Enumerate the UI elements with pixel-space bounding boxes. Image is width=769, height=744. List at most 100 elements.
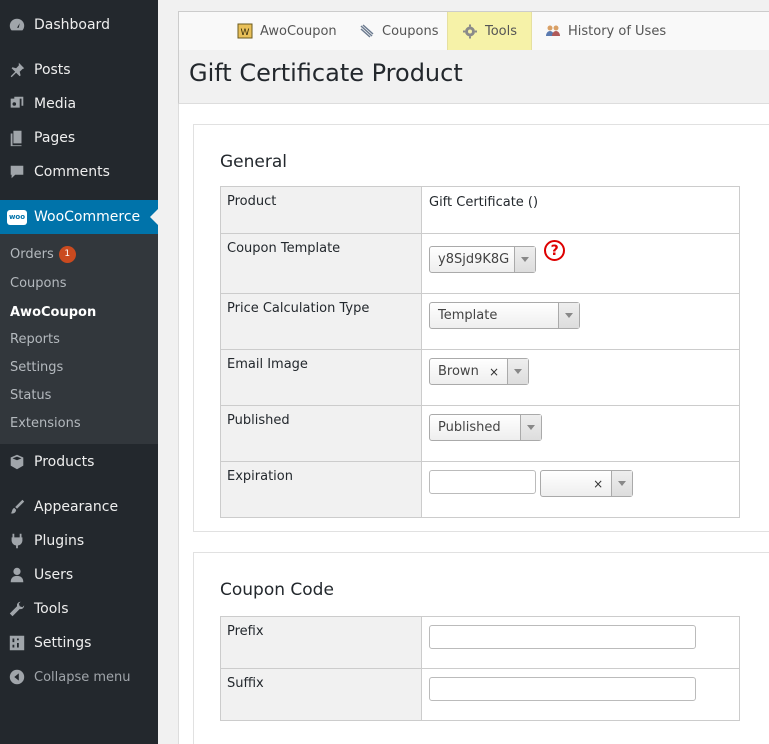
coupon-template-cell: y8Sjd9K8G ? xyxy=(421,233,740,294)
menu-comments[interactable]: Comments xyxy=(0,161,158,183)
dashboard-icon xyxy=(7,15,27,35)
row-expiration: Expiration × xyxy=(220,461,740,518)
menu-pages[interactable]: Pages xyxy=(0,127,158,149)
general-panel: General Product Gift Certificate () Coup… xyxy=(193,124,769,532)
expiration-unit-select[interactable]: × xyxy=(540,470,634,497)
row-suffix: Suffix xyxy=(220,668,740,721)
wrench-icon xyxy=(7,599,27,619)
email-image-select[interactable]: Brown × xyxy=(429,358,529,385)
submenu-label: Settings xyxy=(10,360,64,375)
menu-label: Products xyxy=(34,454,95,470)
menu-users[interactable]: Users xyxy=(0,564,158,586)
row-email-image: Email Image Brown × xyxy=(220,349,740,406)
menu-appearance[interactable]: Appearance xyxy=(0,496,158,518)
product-label: Product xyxy=(220,186,422,234)
expiration-input[interactable] xyxy=(429,470,536,494)
menu-plugins[interactable]: Plugins xyxy=(0,530,158,552)
tab-label: Tools xyxy=(485,23,518,39)
chevron-down-icon xyxy=(507,359,528,384)
menu-label: Appearance xyxy=(34,499,119,515)
general-form-table: Product Gift Certificate () Coupon Templ… xyxy=(220,186,740,518)
submenu-extensions[interactable]: Extensions xyxy=(10,416,81,431)
pages-icon xyxy=(7,128,27,148)
menu-dashboard[interactable]: Dashboard xyxy=(0,14,158,36)
expiration-cell: × xyxy=(421,461,740,518)
select-value: Published xyxy=(438,420,501,435)
select-value: Template xyxy=(438,308,498,323)
tab-label: History of Uses xyxy=(568,23,667,39)
submenu-status[interactable]: Status xyxy=(10,388,51,403)
suffix-cell xyxy=(421,668,740,721)
submenu-label: Extensions xyxy=(10,416,81,431)
coupon-code-form-table: Prefix Suffix xyxy=(220,616,740,721)
menu-label: Settings xyxy=(34,635,92,651)
menu-woocommerce[interactable]: woo WooCommerce xyxy=(0,200,158,234)
menu-label: Plugins xyxy=(34,533,85,549)
woocommerce-submenu: Orders 1 Coupons AwoCoupon Reports Setti… xyxy=(0,234,158,444)
menu-products[interactable]: Products xyxy=(0,451,158,473)
select-value: y8Sjd9K8G xyxy=(438,252,510,267)
suffix-input[interactable] xyxy=(429,677,696,701)
menu-label: Users xyxy=(34,567,74,583)
awocoupon-logo-icon: W xyxy=(237,23,253,39)
orders-count-badge: 1 xyxy=(58,246,76,263)
suffix-label: Suffix xyxy=(220,668,422,721)
general-heading: General xyxy=(220,152,287,172)
tab-coupons[interactable]: Coupons xyxy=(345,12,453,50)
row-coupon-template: Coupon Template y8Sjd9K8G ? xyxy=(220,233,740,294)
menu-label: Dashboard xyxy=(34,17,110,33)
row-published: Published Published xyxy=(220,405,740,462)
chevron-down-icon xyxy=(514,247,535,272)
menu-tools[interactable]: Tools xyxy=(0,598,158,620)
coupon-template-select[interactable]: y8Sjd9K8G xyxy=(429,246,536,273)
published-label: Published xyxy=(220,405,422,462)
menu-label: Tools xyxy=(34,601,69,617)
row-prefix: Prefix xyxy=(220,616,740,669)
svg-text:W: W xyxy=(241,28,250,38)
chevron-down-icon xyxy=(611,471,633,496)
users-icon xyxy=(7,565,27,585)
page-title: Gift Certificate Product xyxy=(189,59,463,87)
submenu-settings[interactable]: Settings xyxy=(10,360,63,375)
menu-label: Pages xyxy=(34,130,76,146)
media-icon xyxy=(7,94,27,114)
menu-label: Comments xyxy=(34,164,110,180)
clear-x-icon[interactable]: × xyxy=(489,365,499,379)
plugin-tab-bar: W AwoCoupon Coupons Tools History of Use… xyxy=(178,11,769,51)
submenu-awocoupon[interactable]: AwoCoupon xyxy=(10,305,96,320)
prefix-cell xyxy=(421,616,740,669)
menu-posts[interactable]: Posts xyxy=(0,59,158,81)
published-select[interactable]: Published xyxy=(429,414,542,441)
coupon-code-heading: Coupon Code xyxy=(220,580,334,600)
expiration-label: Expiration xyxy=(220,461,422,518)
prefix-label: Prefix xyxy=(220,616,422,669)
woocommerce-logo-icon: woo xyxy=(7,209,27,225)
comments-icon xyxy=(7,162,27,182)
submenu-orders[interactable]: Orders 1 xyxy=(10,246,76,263)
price-calculation-cell: Template xyxy=(421,293,740,350)
tab-awocoupon[interactable]: W AwoCoupon xyxy=(223,12,351,50)
coupon-template-label: Coupon Template xyxy=(220,233,422,294)
tab-history-of-uses[interactable]: History of Uses xyxy=(531,12,680,50)
chevron-down-icon xyxy=(520,415,541,440)
coupon-code-panel: Coupon Code Prefix Suffix xyxy=(193,552,769,744)
collapse-label: Collapse menu xyxy=(34,669,131,685)
menu-media[interactable]: Media xyxy=(0,93,158,115)
submenu-label: Reports xyxy=(10,332,60,347)
submenu-coupons[interactable]: Coupons xyxy=(10,276,67,291)
collapse-menu-button[interactable]: Collapse menu xyxy=(0,666,158,688)
price-calculation-label: Price Calculation Type xyxy=(220,293,422,350)
tab-label: AwoCoupon xyxy=(260,23,337,39)
price-calculation-select[interactable]: Template xyxy=(429,302,580,329)
appearance-icon xyxy=(7,497,27,517)
row-product: Product Gift Certificate () xyxy=(220,186,740,234)
submenu-reports[interactable]: Reports xyxy=(10,332,60,347)
prefix-input[interactable] xyxy=(429,625,696,649)
clear-x-icon[interactable]: × xyxy=(593,477,603,491)
row-price-calculation: Price Calculation Type Template xyxy=(220,293,740,350)
select-value: Brown xyxy=(438,364,479,379)
menu-settings[interactable]: Settings xyxy=(0,632,158,654)
tab-tools[interactable]: Tools xyxy=(447,12,533,50)
pin-icon xyxy=(7,60,27,80)
help-question-icon[interactable]: ? xyxy=(544,240,566,261)
